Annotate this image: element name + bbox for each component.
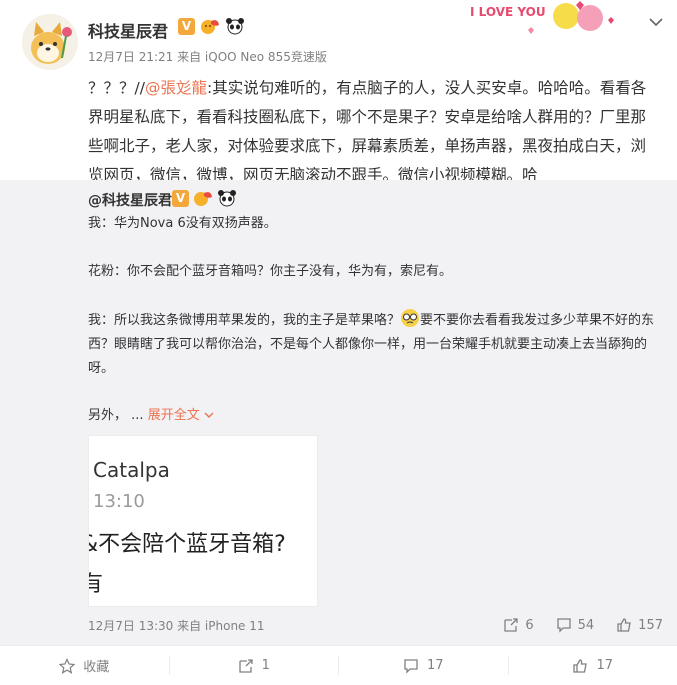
mention-link[interactable]: @張彣龍 [145,79,207,97]
fan-badge-icon [194,192,212,206]
avatar-dog-icon [22,14,78,70]
chevron-down-icon[interactable] [646,14,666,30]
comment-button[interactable]: 17 [339,656,509,675]
chevron-down-icon [204,412,214,418]
post-header: 科技星辰君 V 12月7日 21:21 来自 iQOO Neo 855竞速版 I… [0,0,677,80]
star-icon [59,657,76,674]
post-text-prefix: ？？？// [88,79,145,97]
glasses-emoji-icon [401,309,420,327]
expand-label: 展开全文 [147,408,200,423]
repost-comment-count: 54 [577,617,595,633]
expand-full-text-link[interactable]: 展开全文 [148,408,214,423]
comment-icon [556,618,571,633]
image-text-2: 13:10 [93,491,145,512]
repost-like-button[interactable]: 157 [616,617,663,633]
repost-line-4-ellipsis: ... [127,408,148,423]
favorite-button[interactable]: 收藏 [0,656,170,675]
comment-count: 17 [426,658,444,673]
favorite-label: 收藏 [83,660,110,675]
verified-v-icon: V [172,189,189,207]
repost-line-4: 另外， ... 展开全文 [88,404,663,428]
repost-line-3a: 我：所以我这条微博用苹果发的，我的主子是苹果咯？ [88,313,401,328]
i-love-you-decoration: I LOVE YOU [470,1,614,34]
panda-icon [226,18,244,35]
avatar[interactable] [22,14,78,70]
share-icon [238,658,253,673]
repost-line-3: 我：所以我这条微博用苹果发的，我的主子是苹果咯？ 要不要你去看看我发过多少苹果不… [88,308,663,381]
comment-icon [404,658,418,674]
repost-line-2: 花粉：你不会配个蓝牙音箱吗？你主子没有，华为有，索尼有。 [88,264,453,279]
image-text-1: Catalpa [93,458,170,482]
repost-button[interactable]: 1 [170,656,339,675]
reposted-weibo[interactable]: @科技星辰君 V 我：华为Nova 6没有双扬声器。 花粉：你不会配个蓝牙音箱吗… [0,180,677,645]
repost-count: 1 [261,658,270,673]
repost-line-1: 我：华为Nova 6没有双扬声器。 [88,216,277,231]
repost-share-button[interactable]: 6 [503,617,534,633]
repost-share-count: 6 [525,617,534,633]
repost-actions: 6 54 157 [503,617,663,633]
fan-badge-icon [201,20,219,34]
repost-comment-button[interactable]: 54 [556,617,595,633]
post-action-bar: 收藏 1 17 17 [0,645,677,685]
like-button[interactable]: 17 [509,656,677,675]
repost-user-badges: V [172,189,237,207]
user-badges: V [178,17,245,35]
love-text: I LOVE YOU [470,5,546,19]
verified-v-icon: V [178,17,195,35]
thumbs-up-icon [573,658,588,673]
repost-image-thumbnail[interactable]: Catalpa 13:10 &不会陪个蓝牙音箱? 有 [88,435,318,607]
share-icon [504,618,518,632]
image-text-3: &不会陪个蓝牙音箱? [88,532,286,557]
like-count: 17 [596,658,614,673]
post-meta: 12月7日 21:21 来自 iQOO Neo 855竞速版 [88,50,327,64]
image-text-4: 有 [89,566,103,598]
post-username[interactable]: 科技星辰君 [88,18,168,42]
thumbs-up-icon [617,618,631,632]
repost-line-4-prefix: 另外， [88,408,128,423]
repost-like-count: 157 [638,617,663,633]
repost-username[interactable]: @科技星辰君 [88,190,172,210]
post-text: ？？？//@張彣龍:其实说句难听的，有点脑子的人，没人买安卓。哈哈哈。看看各界明… [88,74,660,190]
panda-icon [218,190,236,207]
